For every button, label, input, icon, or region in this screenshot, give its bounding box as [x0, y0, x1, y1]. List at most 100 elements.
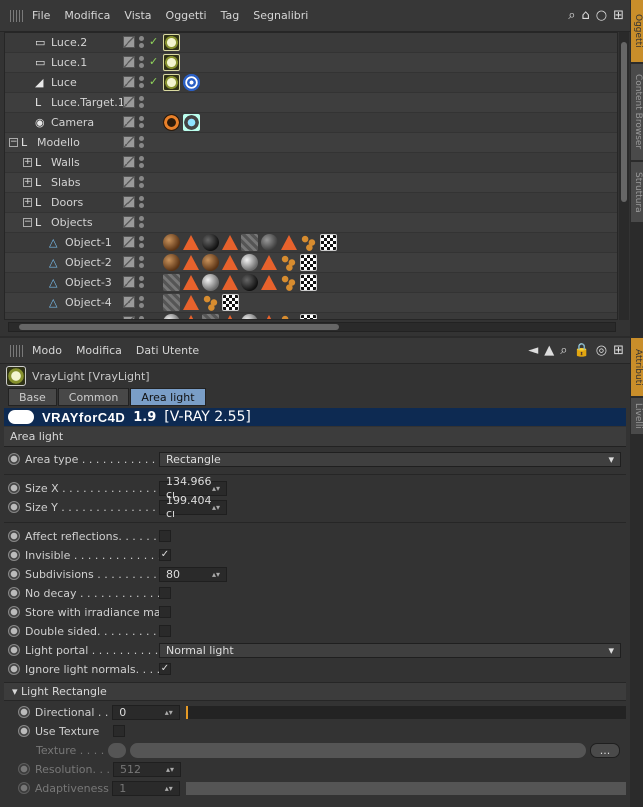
tree-row[interactable]: − L Modello [5, 133, 617, 153]
tree-row[interactable]: + L Doors [5, 193, 617, 213]
tree-row[interactable]: △ Object-3 [5, 273, 617, 293]
object-name[interactable]: Modello [37, 136, 80, 149]
tri-tag-icon[interactable] [183, 275, 199, 290]
tree-row[interactable]: − L Objects [5, 213, 617, 233]
editor-render-visibility-icon[interactable] [139, 135, 145, 149]
tri-tag-icon[interactable] [261, 255, 277, 270]
texture-path-field[interactable] [130, 742, 586, 758]
editor-render-visibility-icon[interactable] [139, 255, 145, 269]
layer-visibility-icon[interactable] [123, 136, 135, 148]
collapse-icon[interactable]: − [9, 138, 18, 147]
scrollbar-thumb[interactable] [621, 42, 627, 202]
no-decay-checkbox[interactable] [159, 587, 171, 599]
tree-row[interactable]: △ Object-2 [5, 253, 617, 273]
object-name[interactable]: Slabs [51, 176, 81, 189]
menu-segnalibri[interactable]: Segnalibri [253, 9, 308, 22]
object-name[interactable]: Luce.1 [51, 56, 87, 69]
panel-grip-icon[interactable] [10, 9, 24, 22]
object-name[interactable]: Object-4 [65, 296, 112, 309]
tree-row[interactable]: △ [5, 313, 617, 319]
sph-gray-tag-icon[interactable] [163, 314, 180, 319]
editor-render-visibility-icon[interactable] [139, 235, 145, 249]
sph-black-tag-icon[interactable] [241, 274, 258, 291]
layer-visibility-icon[interactable] [123, 236, 135, 248]
object-name[interactable]: Luce.2 [51, 36, 87, 49]
slider-handle[interactable] [185, 705, 188, 719]
animate-radio-icon[interactable] [8, 625, 20, 637]
tree-row[interactable]: △ Object-4 [5, 293, 617, 313]
adaptiveness-input[interactable]: 1 ▴▾ [112, 780, 180, 796]
tree-vertical-scrollbar[interactable] [619, 32, 629, 320]
double-sided-checkbox[interactable] [159, 625, 171, 637]
menu-dati-utente[interactable]: Dati Utente [136, 344, 199, 357]
animate-radio-icon[interactable] [8, 587, 20, 599]
menu-file[interactable]: File [32, 9, 50, 22]
menu-tag[interactable]: Tag [221, 9, 240, 22]
expand-icon[interactable]: + [23, 158, 32, 167]
editor-render-visibility-icon[interactable] [139, 175, 145, 189]
back-arrow-icon[interactable]: ◄ [528, 343, 538, 358]
layer-visibility-icon[interactable] [123, 56, 135, 68]
editor-render-visibility-icon[interactable] [139, 95, 145, 109]
sph-brown-tag-icon[interactable] [163, 254, 180, 271]
tri-tag-icon[interactable] [261, 275, 277, 290]
sph-gray-tag-icon[interactable] [241, 314, 258, 319]
editor-render-visibility-icon[interactable] [139, 115, 145, 129]
ignore-normals-checkbox[interactable]: ✓ [159, 663, 171, 675]
light-rectangle-group[interactable]: ▾ Light Rectangle [4, 682, 626, 701]
adaptiveness-slider[interactable] [185, 781, 627, 795]
tri-tag-icon[interactable] [183, 315, 199, 319]
object-name[interactable]: Camera [51, 116, 94, 129]
object-name[interactable]: Object-2 [65, 256, 112, 269]
side-tab-content-browser[interactable]: Content Browser [631, 64, 643, 160]
tri-tag-icon[interactable] [222, 255, 238, 270]
editor-render-visibility-icon[interactable] [139, 35, 145, 49]
animate-radio-icon[interactable] [8, 644, 20, 656]
beads-tag-icon[interactable] [202, 294, 219, 311]
eye-icon[interactable]: ○ [596, 8, 607, 23]
sph-gray-tag-icon[interactable] [241, 254, 258, 271]
sph-black-tag-icon[interactable] [202, 234, 219, 251]
animate-radio-icon[interactable] [8, 501, 20, 513]
checker-tag-icon[interactable] [300, 314, 317, 319]
target-icon[interactable]: ◎ [596, 343, 607, 358]
home-icon[interactable]: ⌂ [581, 8, 589, 23]
tab-common[interactable]: Common [57, 388, 130, 406]
tree-row[interactable]: + L Walls [5, 153, 617, 173]
collapse-triangle-icon[interactable]: ▾ [12, 685, 18, 698]
object-name[interactable]: Luce.Target.1 [51, 96, 125, 109]
animate-radio-icon[interactable] [8, 530, 20, 542]
invisible-checkbox[interactable]: ✓ [159, 549, 171, 561]
lock-icon[interactable]: 🔒 [574, 343, 590, 358]
hatch-tag-icon[interactable] [241, 234, 258, 251]
menu-modifica[interactable]: Modifica [64, 9, 110, 22]
collapse-icon[interactable]: − [23, 218, 32, 227]
side-tab-oggetti[interactable]: Oggetti [631, 0, 643, 62]
object-name[interactable]: Objects [51, 216, 93, 229]
animate-radio-icon[interactable] [18, 763, 30, 775]
layer-visibility-icon[interactable] [123, 256, 135, 268]
beads-tag-icon[interactable] [280, 274, 297, 291]
menu-modo[interactable]: Modo [32, 344, 62, 357]
side-tab-attributi[interactable]: Attributi [631, 338, 643, 396]
hatch-tag-icon[interactable] [163, 274, 180, 291]
tree-row[interactable]: ▭ Luce.2 ✓ [5, 33, 617, 53]
checker-tag-icon[interactable] [222, 294, 239, 311]
tri-tag-icon[interactable] [281, 235, 297, 250]
editor-render-visibility-icon[interactable] [139, 75, 145, 89]
beads-tag-icon[interactable] [280, 254, 297, 271]
sph-dgray-tag-icon[interactable] [261, 234, 278, 251]
new-window-icon[interactable]: ⊞ [613, 8, 624, 23]
object-name[interactable]: Walls [51, 156, 80, 169]
layer-visibility-icon[interactable] [123, 276, 135, 288]
tree-row[interactable]: △ Object-1 [5, 233, 617, 253]
tree-row[interactable]: ◉ Camera [5, 113, 617, 133]
sph-gray-tag-icon[interactable] [202, 274, 219, 291]
editor-render-visibility-icon[interactable] [139, 55, 145, 69]
editor-render-visibility-icon[interactable] [139, 155, 145, 169]
checker-tag-icon[interactable] [320, 234, 337, 251]
layer-visibility-icon[interactable] [123, 196, 135, 208]
object-name[interactable]: Luce [51, 76, 77, 89]
expand-icon[interactable]: + [23, 178, 32, 187]
vray-tag-icon[interactable] [163, 34, 180, 51]
